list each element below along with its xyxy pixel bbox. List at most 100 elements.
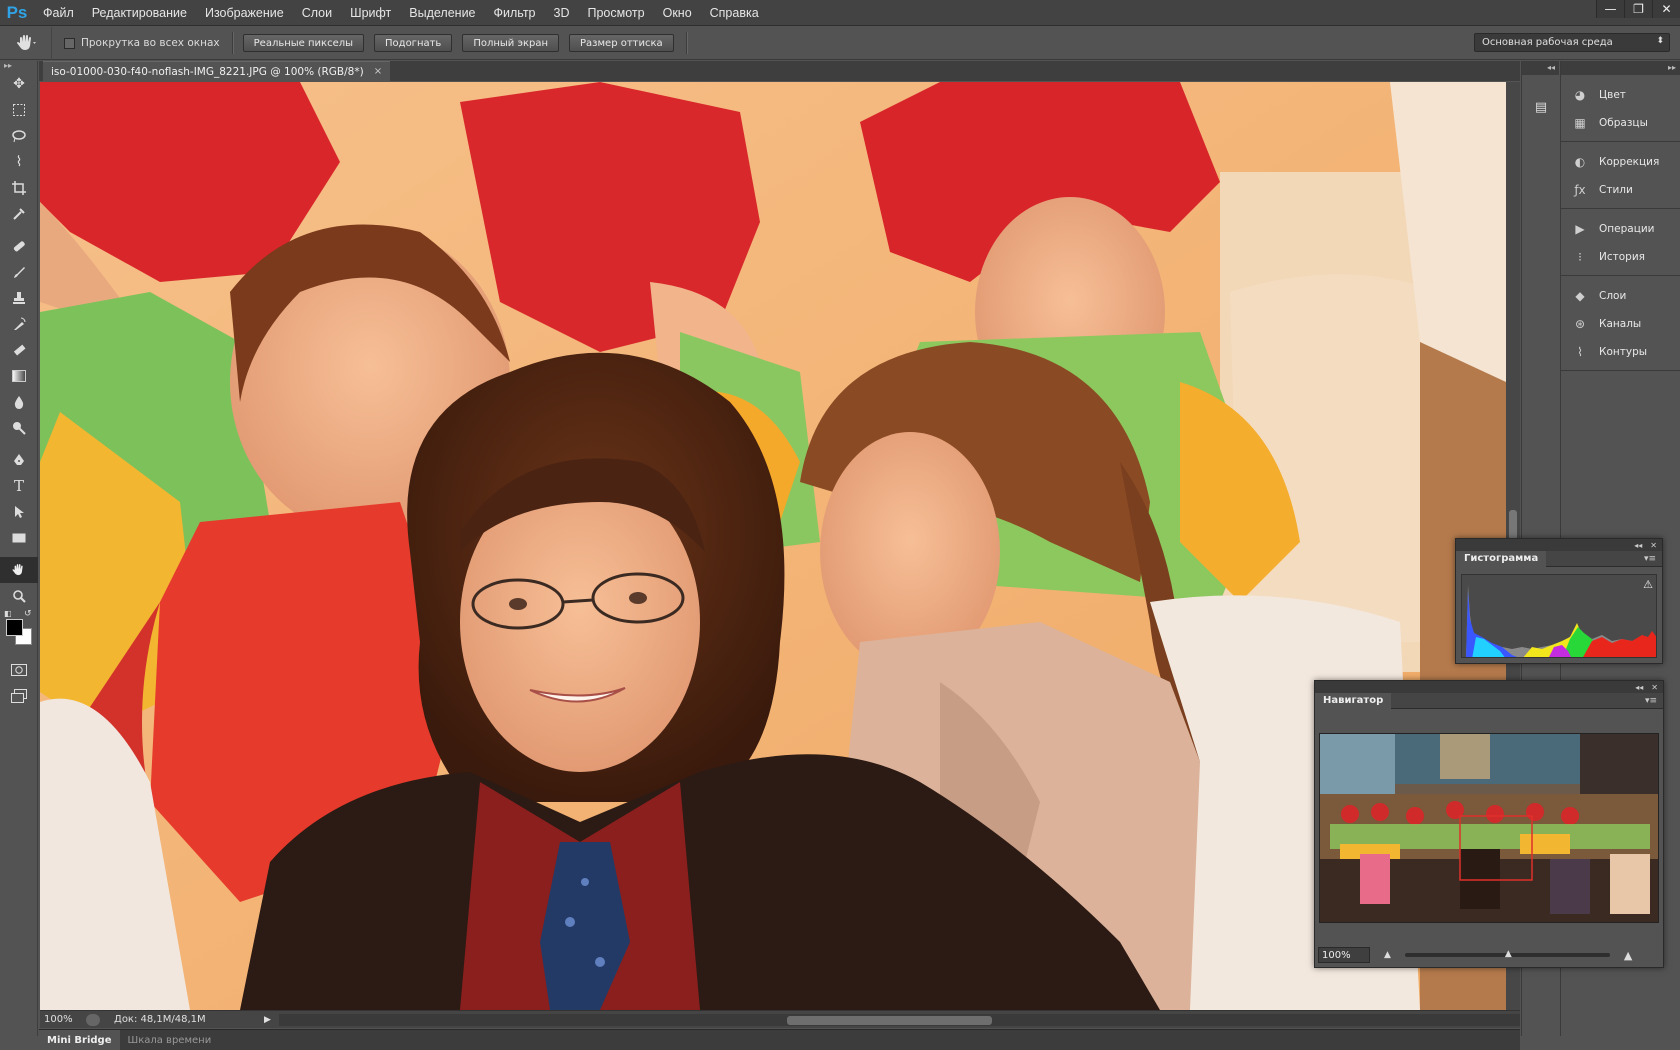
layers-icon: ◆ xyxy=(1575,289,1585,303)
menu-select[interactable]: Выделение xyxy=(400,0,484,26)
menu-file[interactable]: Файл xyxy=(34,0,83,26)
collapse-panel-icon[interactable]: ◂◂ xyxy=(1635,683,1643,692)
tab-mini-bridge[interactable]: Mini Bridge xyxy=(39,1029,120,1050)
fit-screen-button[interactable]: Подогнать xyxy=(374,34,453,52)
collapse-dock-icon[interactable]: ◂◂ xyxy=(1522,61,1559,75)
collapse-toolbar-icon[interactable]: ▸▸ xyxy=(0,61,37,71)
panel-paths-button[interactable]: ⌇ Контуры xyxy=(1561,338,1680,366)
print-size-button[interactable]: Размер оттиска xyxy=(569,34,674,52)
blur-tool-icon[interactable] xyxy=(0,389,38,415)
panel-menu-icon[interactable]: ▾≡ xyxy=(1644,554,1662,564)
checkbox-box[interactable] xyxy=(64,37,75,49)
marquee-tool-icon[interactable] xyxy=(0,97,38,123)
clone-stamp-tool-icon[interactable] xyxy=(0,285,38,311)
history-brush-tool-icon[interactable] xyxy=(0,311,38,337)
screen-mode-icon[interactable] xyxy=(0,683,38,709)
path-selection-tool-icon[interactable] xyxy=(0,499,38,525)
status-icon[interactable] xyxy=(86,1013,100,1026)
crop-tool-icon[interactable] xyxy=(0,175,38,201)
eraser-tool-icon[interactable] xyxy=(0,337,38,363)
panel-menu-icon[interactable]: ▾≡ xyxy=(1645,696,1663,706)
zoom-level-field[interactable]: 100% xyxy=(40,1014,86,1025)
menu-filter[interactable]: Фильтр xyxy=(485,0,545,26)
workspace-select[interactable]: Основная рабочая среда ⬍ xyxy=(1474,33,1670,52)
menu-help[interactable]: Справка xyxy=(701,0,768,26)
panel-styles-button[interactable]: ƒx Стили xyxy=(1561,176,1680,204)
zoom-tool-icon[interactable] xyxy=(0,583,38,609)
tab-navigator[interactable]: Навигатор xyxy=(1315,692,1392,709)
histogram-panel: ◂◂ ✕ Гистограмма ▾≡ ⚠ xyxy=(1455,538,1663,664)
app-logo: Ps xyxy=(6,2,28,22)
default-colors-icon[interactable]: ◧ xyxy=(4,609,12,618)
zoom-in-icon[interactable]: ▲ xyxy=(1624,949,1632,962)
minimize-button[interactable]: — xyxy=(1596,0,1624,18)
zoom-slider[interactable]: ▲ xyxy=(1404,949,1610,959)
panel-titlebar[interactable]: ◂◂ ✕ xyxy=(1315,681,1663,693)
panel-adjustments-button[interactable]: ◐ Коррекция xyxy=(1561,148,1680,176)
type-tool-icon[interactable]: T xyxy=(0,473,38,499)
actions-play-icon: ▶ xyxy=(1575,222,1585,236)
panel-group-color: ◕ Цвет ▦ Образцы xyxy=(1561,75,1680,142)
quick-selection-tool-icon[interactable]: ⌇ xyxy=(0,149,38,175)
expand-dock-icon[interactable]: ▸▸ xyxy=(1561,61,1680,75)
actual-pixels-button[interactable]: Реальные пикселы xyxy=(242,34,365,52)
document-canvas[interactable] xyxy=(40,82,1506,1010)
horizontal-scroll-thumb[interactable] xyxy=(786,1015,992,1025)
cache-warning-icon[interactable]: ⚠ xyxy=(1643,578,1653,591)
menu-image[interactable]: Изображение xyxy=(196,0,293,26)
swap-colors-icon[interactable]: ↺ xyxy=(24,609,32,619)
close-button[interactable]: ✕ xyxy=(1652,0,1680,18)
lasso-tool-icon[interactable] xyxy=(0,123,38,149)
document-tab[interactable]: iso-01000-030-f40-noflash-IMG_8221.JPG @… xyxy=(43,61,391,81)
tool-preset-picker[interactable] xyxy=(0,26,52,60)
healing-brush-tool-icon[interactable] xyxy=(0,233,38,259)
properties-icon[interactable]: ▤ xyxy=(1522,95,1560,119)
vertical-scroll-thumb[interactable] xyxy=(1509,510,1517,540)
panel-swatches-button[interactable]: ▦ Образцы xyxy=(1561,109,1680,137)
panel-channels-button[interactable]: ⊛ Каналы xyxy=(1561,310,1680,338)
move-tool-icon[interactable]: ✥ xyxy=(0,71,38,97)
panel-styles-label: Стили xyxy=(1599,184,1633,196)
panel-group-adjustments: ◐ Коррекция ƒx Стили xyxy=(1561,142,1680,209)
navigator-thumbnail[interactable] xyxy=(1319,733,1659,923)
collapse-panel-icon[interactable]: ◂◂ xyxy=(1634,541,1642,550)
menu-window[interactable]: Окно xyxy=(654,0,701,26)
menu-layer[interactable]: Слои xyxy=(293,0,341,26)
restore-button[interactable]: ❐ xyxy=(1624,0,1652,18)
panel-group-layers: ◆ Слои ⊛ Каналы ⌇ Контуры xyxy=(1561,276,1680,371)
menu-3d[interactable]: 3D xyxy=(545,0,579,26)
scroll-all-windows-checkbox[interactable]: Прокрутка во всех окнах xyxy=(64,37,220,49)
menu-edit[interactable]: Редактирование xyxy=(83,0,196,26)
dodge-tool-icon[interactable] xyxy=(0,415,38,441)
quick-mask-icon[interactable] xyxy=(0,657,38,683)
close-panel-icon[interactable]: ✕ xyxy=(1651,683,1658,692)
navigator-panel: ◂◂ ✕ Навигатор ▾≡ 100% ▲ ▲ ▲ xyxy=(1314,680,1664,968)
menu-view[interactable]: Просмотр xyxy=(579,0,654,26)
panel-history-button[interactable]: ⁝ История xyxy=(1561,243,1680,271)
horizontal-scrollbar[interactable] xyxy=(278,1013,1520,1026)
status-menu-arrow-icon[interactable]: ▶ xyxy=(264,1015,271,1025)
panel-color-button[interactable]: ◕ Цвет xyxy=(1561,81,1680,109)
gradient-tool-icon[interactable] xyxy=(0,363,38,389)
navigator-zoom-field[interactable]: 100% xyxy=(1318,947,1370,963)
zoom-slider-handle[interactable]: ▲ xyxy=(1505,949,1512,959)
rectangle-tool-icon[interactable] xyxy=(0,525,38,551)
foreground-color[interactable] xyxy=(6,619,23,636)
tab-timeline[interactable]: Шкала времени xyxy=(120,1030,220,1050)
panel-actions-button[interactable]: ▶ Операции xyxy=(1561,215,1680,243)
close-panel-icon[interactable]: ✕ xyxy=(1650,541,1657,550)
panel-adjustments-label: Коррекция xyxy=(1599,156,1660,168)
channels-icon: ⊛ xyxy=(1574,317,1586,331)
brush-tool-icon[interactable] xyxy=(0,259,38,285)
panel-layers-button[interactable]: ◆ Слои xyxy=(1561,282,1680,310)
close-tab-icon[interactable]: × xyxy=(374,66,382,77)
menu-type[interactable]: Шрифт xyxy=(341,0,400,26)
zoom-out-icon[interactable]: ▲ xyxy=(1384,950,1391,960)
hand-tool-icon[interactable] xyxy=(0,557,38,583)
eyedropper-tool-icon[interactable] xyxy=(0,201,38,227)
panel-titlebar[interactable]: ◂◂ ✕ xyxy=(1456,539,1662,551)
pen-tool-icon[interactable] xyxy=(0,447,38,473)
paths-icon: ⌇ xyxy=(1577,345,1583,359)
tab-histogram[interactable]: Гистограмма xyxy=(1456,550,1547,567)
fill-screen-button[interactable]: Полный экран xyxy=(462,34,560,52)
